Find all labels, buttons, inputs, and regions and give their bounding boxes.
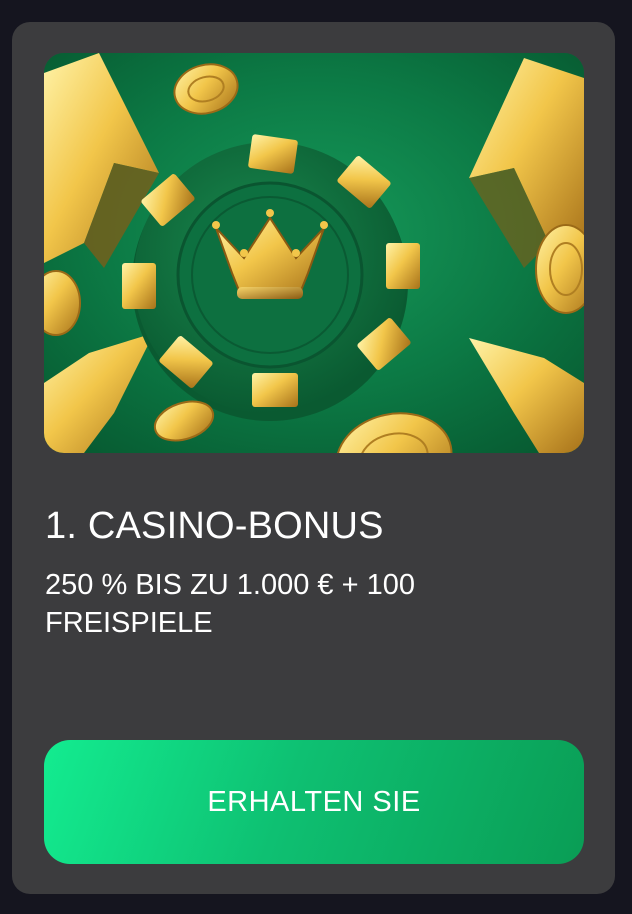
bonus-banner-image (44, 53, 584, 453)
bonus-offer-text: 250 % BIS ZU 1.000 € + 100 FREISPIELE (45, 569, 415, 639)
claim-bonus-button[interactable]: ERHALTEN SIE (44, 740, 584, 864)
bonus-card: 1. CASINO-BONUS 250 % BIS ZU 1.000 € + 1… (12, 22, 615, 894)
bonus-title: 1. CASINO-BONUS (45, 505, 384, 547)
